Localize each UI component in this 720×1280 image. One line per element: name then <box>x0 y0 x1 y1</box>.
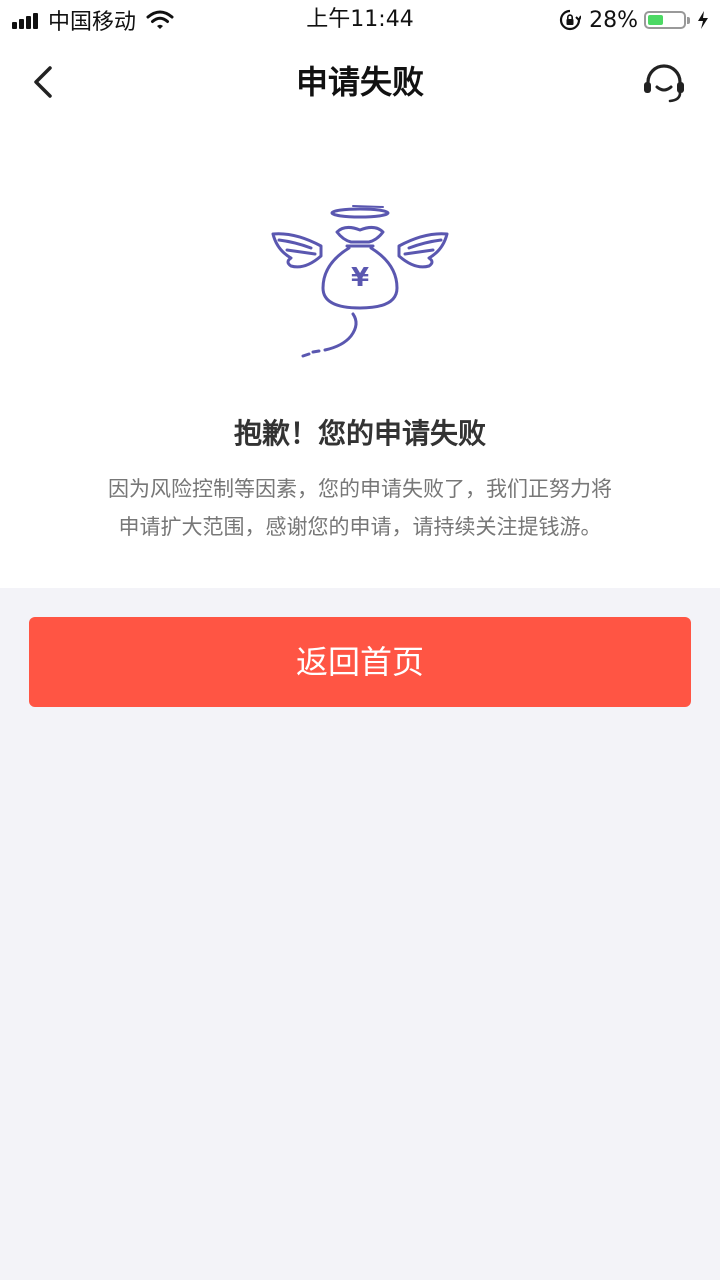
status-right: 28% <box>559 0 710 40</box>
customer-service-headset-icon <box>644 64 684 103</box>
result-headline: 抱歉！您的申请失败 <box>233 417 486 450</box>
return-home-button[interactable]: 返回首页 <box>29 617 691 707</box>
battery-fill <box>648 15 663 25</box>
yen-symbol: ¥ <box>351 263 369 293</box>
charging-bolt-icon <box>698 11 708 29</box>
winged-money-bag-icon: ¥ <box>271 205 449 358</box>
result-panel: ¥ 抱歉！您的申请失败 因为风险控制等因素，您的申请失败了，我们正努力将 申请扩… <box>0 124 720 588</box>
nav-bar: 申请失败 <box>0 40 720 124</box>
result-description: 因为风险控制等因素，您的申请失败了，我们正努力将 申请扩大范围，感谢您的申请，请… <box>70 470 650 546</box>
screen: 中国移动 上午11:44 28% 申请失败 ¥ 抱歉！您的申请失败 因为风险控制… <box>0 0 720 1280</box>
status-bar: 中国移动 上午11:44 28% <box>0 0 720 40</box>
description-line-2: 申请扩大范围，感谢您的申请，请持续关注提钱游。 <box>118 515 602 539</box>
description-line-1: 因为风险控制等因素，您的申请失败了，我们正努力将 <box>108 477 612 501</box>
battery-icon <box>644 11 686 29</box>
customer-service-button[interactable] <box>640 60 688 108</box>
chevron-left-icon <box>34 66 52 98</box>
back-button[interactable] <box>22 60 66 104</box>
battery-tip <box>687 16 690 24</box>
page-title: 申请失败 <box>295 63 424 101</box>
orientation-lock-icon <box>560 9 582 31</box>
battery-percent: 28% <box>589 7 638 33</box>
